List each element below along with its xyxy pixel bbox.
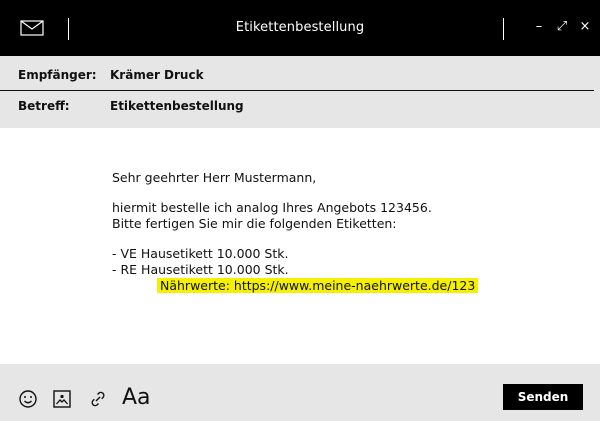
title-bar: Etikettenbestellung – ⤢ × (0, 0, 600, 56)
order-item: - RE Hausetikett 10.000 Stk. (112, 262, 289, 277)
maximize-button[interactable]: ⤢ (553, 17, 571, 37)
subject-label: Betreff: (18, 99, 70, 113)
recipient-label: Empfänger: (18, 68, 97, 82)
send-button[interactable]: Senden (503, 384, 583, 410)
link-icon[interactable] (88, 389, 108, 409)
emoji-icon[interactable] (18, 389, 38, 409)
window-title: Etikettenbestellung (235, 20, 365, 35)
subject-field[interactable]: Etikettenbestellung (110, 99, 244, 113)
recipient-field[interactable]: Krämer Druck (110, 68, 204, 82)
greeting-text: Sehr geehrter Herr Mustermann, (112, 170, 317, 185)
header-divider (0, 90, 594, 91)
title-separator-right (503, 18, 504, 40)
minimize-button[interactable]: – (530, 17, 548, 37)
font-format-button[interactable]: Aa (122, 385, 151, 411)
image-icon[interactable] (52, 389, 72, 409)
message-body[interactable]: Sehr geehrter Herr Mustermann, hiermit b… (112, 170, 572, 308)
recipient-row[interactable]: Empfänger: Krämer Druck (0, 65, 600, 87)
message-header: Empfänger: Krämer Druck Betreff: Etikett… (0, 56, 600, 128)
subject-row[interactable]: Betreff: Etikettenbestellung (0, 96, 600, 118)
highlighted-note[interactable]: Nährwerte: https://www.meine-naehrwerte.… (157, 278, 479, 293)
body-line: hiermit bestelle ich analog Ihres Angebo… (112, 200, 432, 215)
close-button[interactable]: × (576, 17, 594, 37)
compose-toolbar: Aa Senden (0, 364, 600, 421)
body-line: Bitte fertigen Sie mir die folgenden Eti… (112, 216, 397, 231)
order-item: - VE Hausetikett 10.000 Stk. (112, 246, 289, 261)
